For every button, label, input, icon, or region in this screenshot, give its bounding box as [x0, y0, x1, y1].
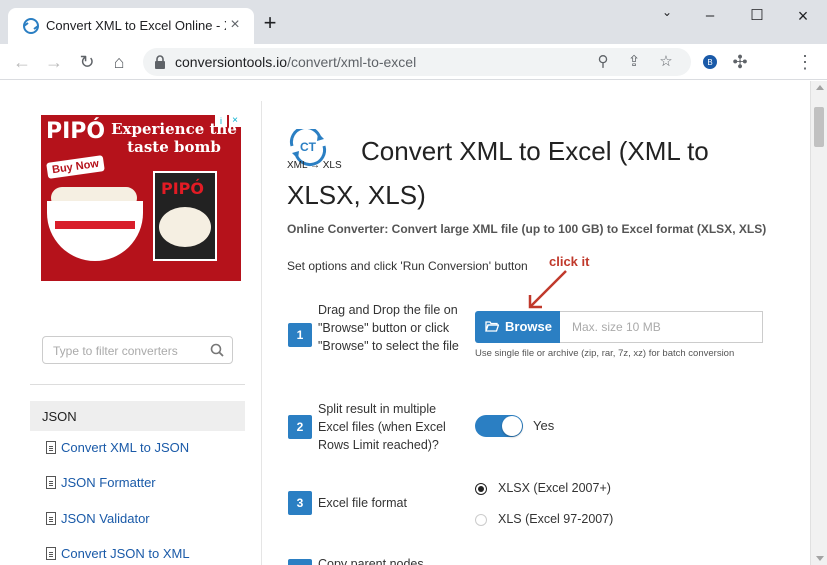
ad-bowl-image [47, 201, 143, 261]
home-icon[interactable]: ⌂ [107, 50, 131, 74]
sidebar-item-label: JSON Validator [61, 511, 150, 526]
radio-xls[interactable] [475, 514, 487, 526]
menu-kebab-icon[interactable]: ⋮ [793, 50, 817, 74]
split-result-toggle[interactable] [475, 415, 523, 437]
sidebar-item-json-formatter[interactable]: JSON Formatter [46, 474, 245, 494]
reload-icon[interactable]: ↻ [75, 50, 99, 74]
tab-title: Convert XML to Excel Online - XML [46, 18, 226, 33]
ad-buy-now-button[interactable]: Buy Now [46, 155, 105, 179]
step-4-badge: 4 [288, 559, 312, 565]
forward-arrow-icon[interactable]: → [42, 50, 66, 74]
instruction-text: Set options and click 'Run Conversion' b… [287, 259, 528, 273]
share-icon[interactable]: ⇪ [623, 51, 645, 73]
close-window-button[interactable]: × [788, 6, 818, 26]
step-2-badge: 2 [288, 415, 312, 439]
extensions-puzzle-icon[interactable]: ✣ [728, 50, 752, 74]
step-1-text: Drag and Drop the file on "Browse" butto… [318, 303, 459, 353]
browser-tab[interactable]: Convert XML to Excel Online - XML × [8, 8, 254, 44]
search-icon [210, 343, 224, 357]
split-toggle-label: Yes [533, 418, 555, 433]
step-3-badge: 3 [288, 491, 312, 515]
page-subheading: Online Converter: Convert large XML file… [287, 222, 767, 236]
url-text: conversiontools.io/convert/xml-to-excel [175, 54, 416, 70]
scroll-down-arrow-icon[interactable] [816, 556, 824, 561]
sidebar-item-json-to-xml[interactable]: Convert JSON to XML [46, 545, 245, 565]
close-tab-icon[interactable]: × [226, 16, 244, 34]
back-arrow-icon[interactable]: ← [10, 50, 34, 74]
file-input-field[interactable]: Max. size 10 MB [560, 311, 763, 343]
svg-text:B: B [707, 58, 712, 67]
url-path: /convert/xml-to-excel [287, 54, 417, 70]
ad-bowl-stripe [55, 221, 135, 229]
folder-open-icon [485, 321, 499, 332]
lock-icon [155, 55, 165, 69]
browser-titlebar: Convert XML to Excel Online - XML × + ⌄ … [0, 0, 827, 44]
ad-brand-logo: PIPÓ [46, 119, 106, 144]
sidebar-section-header[interactable]: JSON [30, 401, 245, 431]
sidebar-item-label: Convert XML to JSON [61, 440, 190, 455]
radio-xls-label[interactable]: XLS (Excel 97-2007) [498, 512, 613, 526]
ad-close-icon[interactable]: × [229, 115, 241, 127]
chevron-down-icon[interactable]: ⌄ [652, 2, 682, 22]
sidebar-item-xml-to-json[interactable]: Convert XML to JSON [46, 439, 245, 459]
document-icon [46, 547, 56, 560]
step-4-text: Copy parent nodes [318, 557, 424, 565]
step-2-text: Split result in multiple Excel files (wh… [318, 402, 446, 452]
ad-box-logo: PIPÓ [161, 179, 205, 198]
page-scrollbar[interactable] [810, 81, 827, 565]
browse-label: Browse [505, 319, 552, 334]
maximize-button[interactable]: ☐ [742, 6, 772, 26]
filter-placeholder: Type to filter converters [53, 344, 178, 358]
step-1-badge: 1 [288, 323, 312, 347]
advertisement[interactable]: PIPÓ Experience the taste bomb Buy Now i… [41, 115, 241, 281]
browser-toolbar: ← → ↻ ⌂ conversiontools.io/convert/xml-t… [0, 44, 827, 80]
file-input-placeholder: Max. size 10 MB [572, 320, 661, 334]
file-help-text: Use single file or archive (zip, rar, 7z… [475, 348, 735, 359]
ad-info-icon[interactable]: i [215, 115, 227, 127]
url-domain: conversiontools.io [175, 54, 288, 70]
page-content: PIPÓ Experience the taste bomb Buy Now i… [0, 81, 810, 565]
ad-box-popcorn [159, 207, 211, 247]
conversiontools-favicon-icon [23, 18, 39, 34]
sidebar-item-label: JSON Formatter [61, 475, 156, 490]
document-icon [46, 476, 56, 489]
document-icon [46, 512, 56, 525]
page-title: Convert XML to Excel (XML to XLSX, XLS) [287, 136, 709, 210]
browse-button[interactable]: Browse [475, 311, 560, 343]
column-divider [261, 101, 262, 565]
scroll-up-arrow-icon[interactable] [816, 85, 824, 90]
annotation-arrow-icon [528, 270, 567, 309]
step-3-text: Excel file format [318, 496, 407, 510]
sidebar-divider [30, 384, 245, 385]
document-icon [46, 441, 56, 454]
scrollbar-thumb[interactable] [814, 107, 824, 147]
sidebar-item-json-validator[interactable]: JSON Validator [46, 510, 245, 530]
sidebar-section-label: JSON [42, 409, 77, 424]
address-bar[interactable]: conversiontools.io/convert/xml-to-excel … [143, 48, 691, 76]
zoom-icon[interactable]: ⚲ [592, 51, 614, 73]
extension-badge-icon[interactable]: B [698, 50, 722, 74]
new-tab-button[interactable]: + [260, 12, 280, 34]
sidebar-item-label: Convert JSON to XML [61, 546, 190, 561]
bookmark-star-icon[interactable]: ☆ [655, 51, 677, 73]
radio-xlsx[interactable] [475, 483, 487, 495]
toggle-knob [502, 416, 522, 436]
radio-xlsx-label[interactable]: XLSX (Excel 2007+) [498, 481, 611, 495]
converter-filter-input[interactable]: Type to filter converters [42, 336, 233, 364]
minimize-button[interactable]: – [695, 6, 725, 26]
